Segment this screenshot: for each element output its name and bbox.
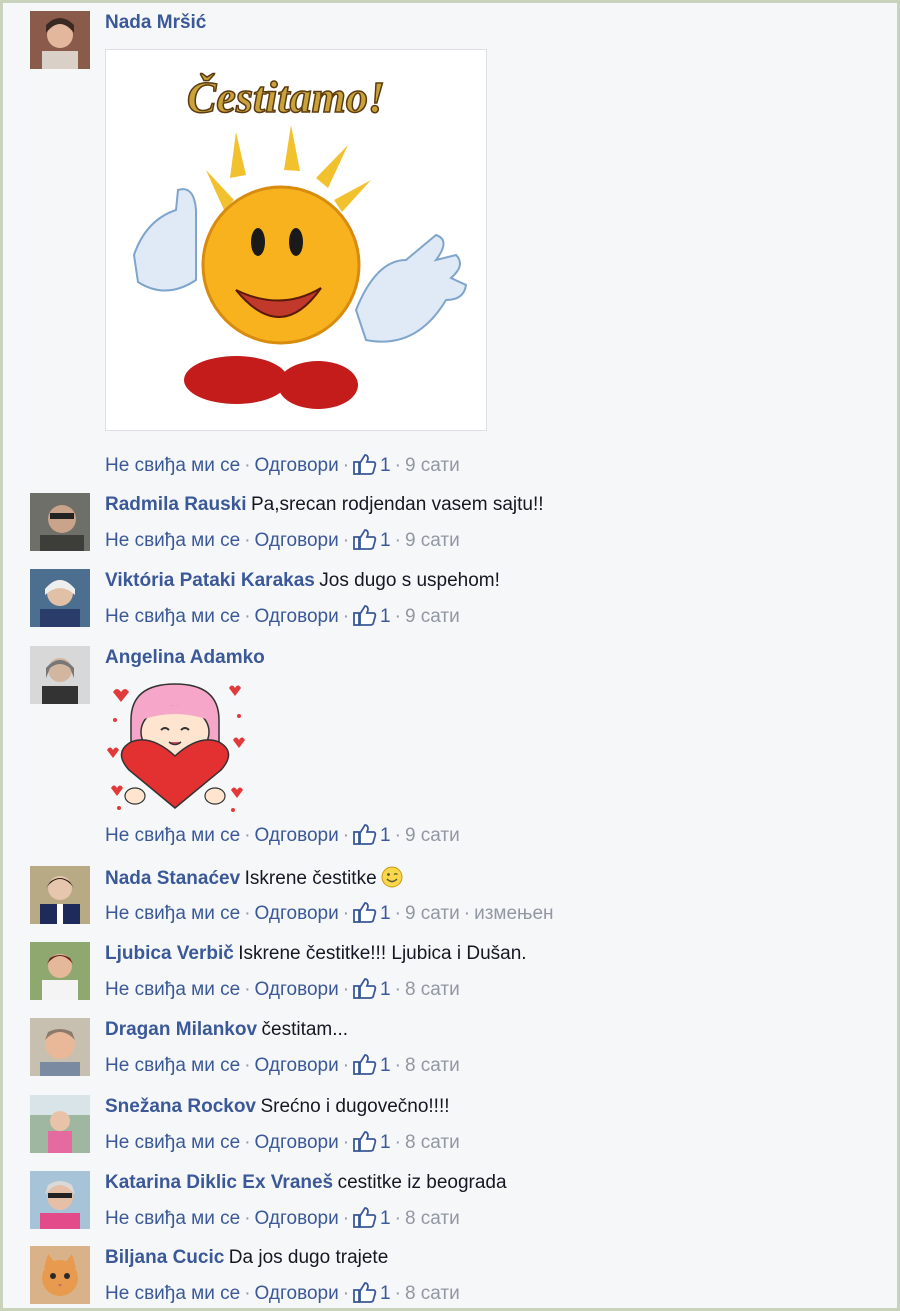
- comment-author[interactable]: Katarina Diklic Ex Vraneš: [105, 1172, 333, 1193]
- reply-link[interactable]: Одговори: [255, 455, 339, 476]
- unlike-link[interactable]: Не свиђа ми се: [105, 979, 240, 1000]
- reply-link[interactable]: Одговори: [255, 903, 339, 924]
- like-count[interactable]: 1: [380, 1132, 391, 1153]
- like-count[interactable]: 1: [380, 903, 391, 924]
- comment-timestamp[interactable]: 9 сати: [405, 825, 460, 846]
- thumbs-up-icon[interactable]: [353, 604, 377, 626]
- comments-panel: Nada Mršić Čestitamo! Не свиђа ми се · О…: [0, 0, 900, 1311]
- reply-link[interactable]: Одговори: [255, 979, 339, 1000]
- unlike-link[interactable]: Не свиђа ми се: [105, 1055, 240, 1076]
- edited-label[interactable]: измењен: [474, 903, 553, 924]
- image-caption: Čestitamo!: [187, 73, 385, 122]
- comment-actions: Не свиђа ми се · Одговори · 1 · 9 сати · измењен: [105, 901, 554, 924]
- avatar[interactable]: [30, 569, 90, 627]
- comment-text: Da jos dugo trajete: [228, 1247, 389, 1268]
- unlike-link[interactable]: Не свиђа ми се: [105, 1132, 240, 1153]
- like-count[interactable]: 1: [380, 530, 391, 551]
- comment-actions: Не свиђа ми се · Одговори · 1 · 9 сати: [105, 604, 460, 627]
- comment-timestamp[interactable]: 9 сати: [405, 455, 460, 476]
- avatar[interactable]: [30, 942, 90, 1000]
- unlike-link[interactable]: Не свиђа ми се: [105, 606, 240, 627]
- comment-actions: Не свиђа ми се · Одговори · 1 · 9 сати: [105, 528, 460, 551]
- comment-timestamp[interactable]: 8 сати: [405, 1283, 460, 1304]
- unlike-link[interactable]: Не свиђа ми се: [105, 1283, 240, 1304]
- comment-timestamp[interactable]: 9 сати: [405, 606, 460, 627]
- comment-image[interactable]: Čestitamo!: [105, 49, 487, 431]
- like-count[interactable]: 1: [380, 1283, 391, 1304]
- heart-girl-sticker[interactable]: [105, 680, 245, 820]
- comment-author[interactable]: Snežana Rockov: [105, 1096, 256, 1117]
- reply-link[interactable]: Одговори: [255, 530, 339, 551]
- comment-text: cestitke iz beograda: [337, 1172, 507, 1193]
- avatar[interactable]: [30, 1018, 90, 1076]
- avatar[interactable]: [30, 1095, 90, 1153]
- smile-wink-emoji-icon: [381, 866, 403, 888]
- reply-link[interactable]: Одговори: [255, 606, 339, 627]
- thumbs-up-icon[interactable]: [353, 1281, 377, 1303]
- comment-author[interactable]: Biljana Cucic: [105, 1247, 224, 1268]
- thumbs-up-icon[interactable]: [353, 1130, 377, 1152]
- comment-text: čestitam...: [261, 1019, 349, 1040]
- reply-link[interactable]: Одговори: [255, 1132, 339, 1153]
- comment-actions: Не свиђа ми се · Одговори · 1 · 8 сати: [105, 1130, 460, 1153]
- comment-actions: Не свиђа ми се · Одговори · 1 · 9 сати: [105, 823, 460, 846]
- comment-text: Iskrene čestitke!!! Ljubica i Dušan.: [238, 943, 527, 964]
- comment-author[interactable]: Nada Mršić: [105, 12, 206, 33]
- comment-timestamp[interactable]: 8 сати: [405, 1208, 460, 1229]
- unlike-link[interactable]: Не свиђа ми се: [105, 530, 240, 551]
- comment-text: Iskrene čestitke: [244, 868, 377, 889]
- like-count[interactable]: 1: [380, 455, 391, 476]
- reply-link[interactable]: Одговори: [255, 825, 339, 846]
- unlike-link[interactable]: Не свиђа ми се: [105, 825, 240, 846]
- comment-author[interactable]: Ljubica Verbič: [105, 943, 234, 964]
- like-count[interactable]: 1: [380, 1208, 391, 1229]
- comment-author[interactable]: Viktória Pataki Karakas: [105, 570, 315, 591]
- avatar[interactable]: [30, 11, 90, 69]
- like-count[interactable]: 1: [380, 979, 391, 1000]
- unlike-link[interactable]: Не свиђа ми се: [105, 455, 240, 476]
- comment-actions: Не свиђа ми се · Одговори · 1 · 8 сати: [105, 1206, 460, 1229]
- like-count[interactable]: 1: [380, 606, 391, 627]
- comment-timestamp[interactable]: 8 сати: [405, 1055, 460, 1076]
- comment-author[interactable]: Nada Stanaćev: [105, 868, 240, 889]
- thumbs-up-icon[interactable]: [353, 1053, 377, 1075]
- comment-actions: Не свиђа ми се · Одговори · 1 · 8 сати: [105, 1281, 460, 1304]
- reply-link[interactable]: Одговори: [255, 1055, 339, 1076]
- unlike-link[interactable]: Не свиђа ми се: [105, 1208, 240, 1229]
- comment-author[interactable]: Angelina Adamko: [105, 647, 265, 668]
- comment-timestamp[interactable]: 8 сати: [405, 979, 460, 1000]
- comment-text: Srećno i dugovečno!!!!: [260, 1096, 450, 1117]
- like-count[interactable]: 1: [380, 825, 391, 846]
- comment-text: Jos dugo s uspehom!: [319, 570, 500, 591]
- comment-actions: Не свиђа ми се · Одговори · 1 · 9 сати: [105, 453, 460, 476]
- comment-author[interactable]: Radmila Rauski: [105, 494, 247, 515]
- avatar[interactable]: [30, 1171, 90, 1229]
- comment-actions: Не свиђа ми се · Одговори · 1 · 8 сати: [105, 1053, 460, 1076]
- thumbs-up-icon[interactable]: [353, 528, 377, 550]
- thumbs-up-icon[interactable]: [353, 901, 377, 923]
- comment-author[interactable]: Dragan Milankov: [105, 1019, 257, 1040]
- comment-timestamp[interactable]: 9 сати: [405, 903, 460, 924]
- congrats-sun-image: Čestitamo!: [106, 50, 486, 430]
- thumbs-up-icon[interactable]: [353, 977, 377, 999]
- avatar[interactable]: [30, 1246, 90, 1304]
- thumbs-up-icon[interactable]: [353, 1206, 377, 1228]
- unlike-link[interactable]: Не свиђа ми се: [105, 903, 240, 924]
- like-count[interactable]: 1: [380, 1055, 391, 1076]
- reply-link[interactable]: Одговори: [255, 1283, 339, 1304]
- avatar[interactable]: [30, 493, 90, 551]
- comment-actions: Не свиђа ми се · Одговори · 1 · 8 сати: [105, 977, 460, 1000]
- thumbs-up-icon[interactable]: [353, 453, 377, 475]
- reply-link[interactable]: Одговори: [255, 1208, 339, 1229]
- avatar[interactable]: [30, 646, 90, 704]
- thumbs-up-icon[interactable]: [353, 823, 377, 845]
- comment-text: Pa,srecan rodjendan vasem sajtu!!: [250, 494, 544, 515]
- avatar[interactable]: [30, 866, 90, 924]
- comment-timestamp[interactable]: 9 сати: [405, 530, 460, 551]
- comment-timestamp[interactable]: 8 сати: [405, 1132, 460, 1153]
